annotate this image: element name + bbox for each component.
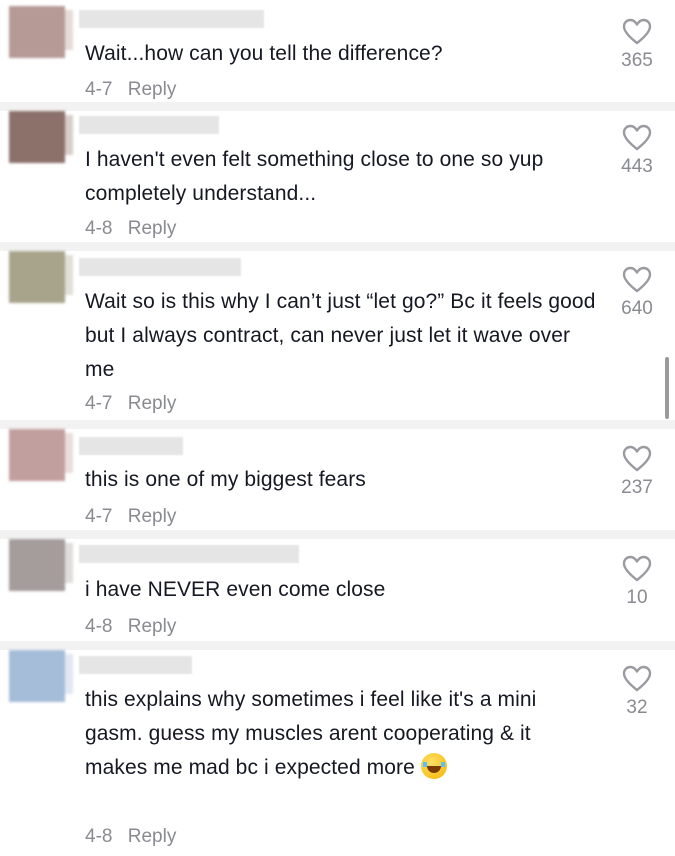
comment-date: 4-7: [85, 393, 113, 414]
username-redacted[interactable]: [79, 656, 192, 674]
comment-meta: 4-8 Reply: [85, 826, 176, 848]
username-redacted[interactable]: [79, 116, 219, 134]
like-count: 32: [626, 697, 648, 718]
like-button[interactable]: 640: [615, 266, 659, 320]
comment-divider: [0, 420, 675, 429]
comment-text: Wait so is this why I can’t just “let go…: [85, 290, 596, 381]
avatar[interactable]: [9, 429, 73, 481]
comment-meta: 4-7 Reply: [85, 79, 176, 101]
username-redacted[interactable]: [79, 258, 241, 276]
like-button[interactable]: 237: [615, 445, 659, 499]
like-count: 10: [626, 587, 648, 608]
heart-icon: [622, 266, 652, 293]
avatar[interactable]: [9, 539, 73, 591]
reply-button[interactable]: Reply: [128, 218, 177, 239]
comment-text: I haven't even felt something close to o…: [85, 148, 544, 205]
comment-text: this is one of my biggest fears: [85, 468, 366, 491]
reply-button[interactable]: Reply: [128, 506, 177, 527]
avatar[interactable]: [9, 111, 73, 163]
username-redacted[interactable]: [79, 10, 264, 28]
heart-icon: [622, 555, 652, 582]
like-count: 237: [621, 477, 653, 498]
like-button[interactable]: 365: [615, 18, 659, 72]
reply-button[interactable]: Reply: [128, 79, 177, 100]
username-redacted[interactable]: [79, 437, 183, 455]
heart-icon: [622, 18, 652, 45]
comment-date: 4-8: [85, 218, 113, 239]
comment-meta: 4-7 Reply: [85, 393, 176, 415]
avatar[interactable]: [9, 6, 73, 58]
avatar[interactable]: [9, 251, 73, 303]
like-button[interactable]: 443: [615, 124, 659, 178]
username-redacted[interactable]: [79, 545, 299, 563]
like-button[interactable]: 32: [615, 665, 659, 719]
comment-date: 4-7: [85, 79, 113, 100]
comment-divider: [0, 102, 675, 111]
heart-icon: [622, 665, 652, 692]
comment-text: Wait...how can you tell the difference?: [85, 42, 443, 65]
reply-button[interactable]: Reply: [128, 826, 177, 847]
comment-date: 4-7: [85, 506, 113, 527]
comment-meta: 4-8 Reply: [85, 218, 176, 240]
comment-text: this explains why sometimes i feel like …: [85, 683, 585, 785]
comment-date: 4-8: [85, 826, 113, 847]
heart-icon: [622, 445, 652, 472]
comment-divider: [0, 242, 675, 251]
comment-date: 4-8: [85, 616, 113, 637]
comment-meta: 4-8 Reply: [85, 616, 176, 638]
laughing-tears-emoji: [420, 753, 447, 779]
reply-button[interactable]: Reply: [128, 616, 177, 637]
comment-divider: [0, 530, 675, 539]
comment-text: i have NEVER even come close: [85, 578, 386, 601]
like-button[interactable]: 10: [615, 555, 659, 609]
like-count: 640: [621, 298, 653, 319]
avatar[interactable]: [9, 650, 73, 702]
reply-button[interactable]: Reply: [128, 393, 177, 414]
comment-divider: [0, 641, 675, 650]
heart-icon: [622, 124, 652, 151]
scrollbar[interactable]: [665, 357, 669, 419]
like-count: 365: [621, 50, 653, 71]
comment-meta: 4-7 Reply: [85, 506, 176, 528]
comment-text-body: this explains why sometimes i feel like …: [85, 688, 537, 779]
like-count: 443: [621, 156, 653, 177]
